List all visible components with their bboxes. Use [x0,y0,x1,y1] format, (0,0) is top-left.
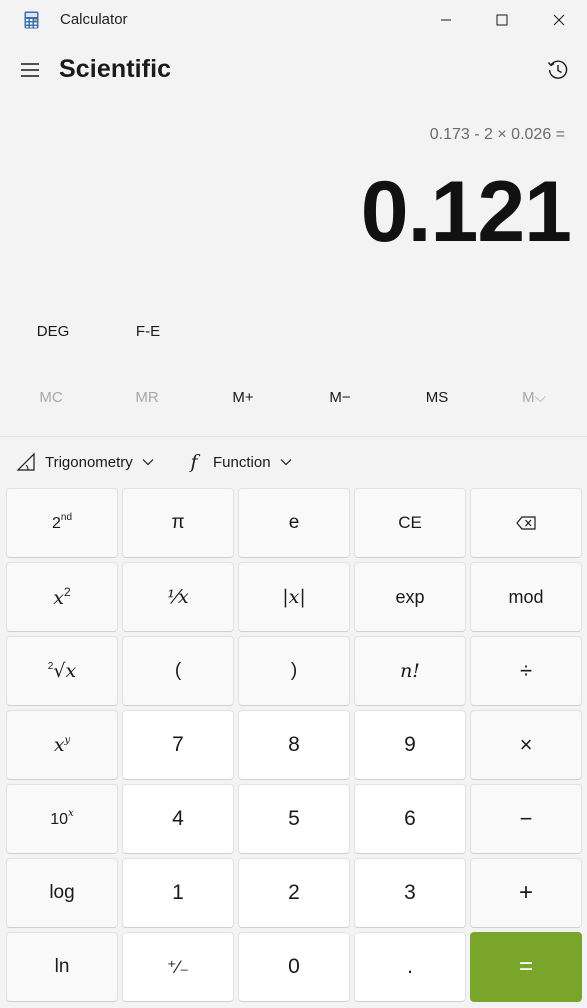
maximize-icon [496,14,508,26]
right-paren-button[interactable]: ) [238,636,350,706]
square-label: x2 [53,585,70,610]
second-superscript: nd [60,512,73,523]
title-bar: Calculator [0,0,587,40]
close-icon [553,14,565,26]
memory-recall-button[interactable]: MR [110,380,184,414]
digit-0-button[interactable]: 0 [238,932,350,1002]
digit-7-button[interactable]: 7 [122,710,234,780]
angle-unit-button[interactable]: DEG [22,314,84,348]
navigation-menu-button[interactable] [14,54,46,86]
square-root-button[interactable]: 2√x [6,636,118,706]
square-button[interactable]: x2 [6,562,118,632]
add-button[interactable]: + [470,858,582,928]
digit-8-button[interactable]: 8 [238,710,350,780]
square-root-label: 2√x [48,660,76,683]
ten-power-button[interactable]: 10x [6,784,118,854]
square-base: x [53,586,65,609]
power-superscript: y [64,734,71,746]
memory-add-button[interactable]: M+ [206,380,280,414]
calculator-app-icon [24,11,39,29]
window-title: Calculator [60,11,128,28]
triangle-ruler-icon [14,450,38,474]
digit-3-button[interactable]: 3 [354,858,466,928]
backspace-button[interactable] [470,488,582,558]
backspace-icon [516,516,536,530]
history-icon [547,60,568,79]
ten-superscript: x [68,808,74,819]
function-label: Function [213,453,271,471]
negate-button[interactable]: ⁺∕₋ [122,932,234,1002]
equals-button[interactable]: = [470,932,582,1002]
chevron-down-icon [280,458,292,466]
digit-9-button[interactable]: 9 [354,710,466,780]
second-function-button[interactable]: 2nd [6,488,118,558]
absolute-value-button[interactable]: |x| [238,562,350,632]
decimal-button[interactable]: . [354,932,466,1002]
digit-4-button[interactable]: 4 [122,784,234,854]
natural-log-button[interactable]: ln [6,932,118,1002]
history-button[interactable] [541,54,575,86]
divide-button[interactable]: ÷ [470,636,582,706]
power-base: x [53,733,65,756]
reciprocal-button[interactable]: ⅟x [122,562,234,632]
square-superscript: 2 [64,584,71,599]
maximize-button[interactable] [474,0,530,40]
digit-1-button[interactable]: 1 [122,858,234,928]
close-button[interactable] [531,0,587,40]
power-button[interactable]: xy [6,710,118,780]
minimize-icon [441,19,451,21]
memory-subtract-button[interactable]: M− [303,380,377,414]
digit-2-button[interactable]: 2 [238,858,350,928]
expression-display: 0.173 - 2 × 0.026 = [429,126,565,143]
power-label: xy [54,734,70,757]
chevron-down-icon [142,458,154,466]
mod-button[interactable]: mod [470,562,582,632]
factorial-button[interactable]: n! [354,636,466,706]
trigonometry-label: Trigonometry [45,453,133,471]
ten-power-label: 10x [50,808,73,830]
ten-base: 10 [50,811,69,828]
memory-list-button[interactable]: M⌵ [497,380,571,414]
log-button[interactable]: log [6,858,118,928]
left-paren-button[interactable]: ( [122,636,234,706]
result-display: 0.121 [360,164,572,260]
second-label: 2nd [52,512,72,534]
subtract-button[interactable]: − [470,784,582,854]
function-dropdown[interactable]: f Function [182,446,292,478]
memory-clear-button[interactable]: MC [14,380,88,414]
trigonometry-dropdown[interactable]: Trigonometry [14,446,154,478]
clear-entry-button[interactable]: CE [354,488,466,558]
second-base: 2 [51,515,61,532]
memory-store-button[interactable]: MS [400,380,474,414]
page-title: Scientific [59,55,172,83]
hamburger-icon [21,63,39,77]
multiply-button[interactable]: × [470,710,582,780]
euler-button[interactable]: e [238,488,350,558]
digit-5-button[interactable]: 5 [238,784,350,854]
root-body: √x [53,659,77,682]
digit-6-button[interactable]: 6 [354,784,466,854]
function-f-icon: f [190,451,198,473]
minimize-button[interactable] [418,0,474,40]
fe-toggle-button[interactable]: F-E [116,314,180,348]
pi-button[interactable]: π [122,488,234,558]
divider [0,436,587,437]
exp-button[interactable]: exp [354,562,466,632]
